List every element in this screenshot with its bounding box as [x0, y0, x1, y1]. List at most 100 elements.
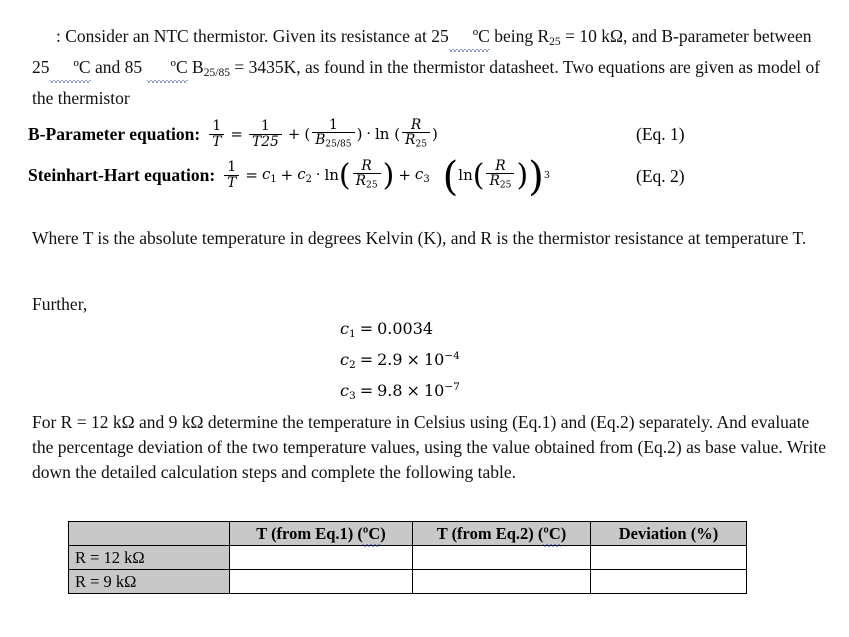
eq2-c1: c1: [262, 165, 277, 185]
eq1-term3-numerator: R: [410, 117, 422, 133]
eq2-lhs-denominator: T: [224, 174, 240, 190]
eq1-term1-denominator: T25: [249, 133, 282, 149]
c3-base: 10: [423, 380, 445, 400]
eq2-ratio1-numerator: R: [361, 158, 372, 174]
eq1-r-subscript: 25: [415, 140, 428, 151]
document-page: : Consider an NTC thermistor. Given its …: [0, 0, 849, 637]
eq2-number: (Eq. 2): [636, 166, 685, 186]
table-col-header-eq2: T (from Eq.2) (ºC): [412, 521, 591, 547]
eq1-term2-numerator: 1: [328, 117, 338, 133]
c2-exponent: −4: [444, 349, 460, 362]
eq1-close-paren-2: ): [432, 125, 438, 144]
eq2-ratio1-denominator: R25: [352, 173, 381, 192]
equation-row-2: Steinhart-Hart equation: 1 T = c1 + c2 ·…: [28, 156, 828, 197]
degc-token-3: ºC: [146, 55, 188, 84]
cell-r9-eq1[interactable]: [229, 569, 413, 594]
col-header-eq2-main: T (from Eq.2) (: [436, 523, 544, 543]
col-header-eq2-tail: ): [560, 523, 567, 543]
c3-exponent: −7: [444, 380, 460, 393]
eq2-lhs-numerator: 1: [227, 159, 237, 176]
cell-r12-deviation[interactable]: [590, 545, 747, 570]
eq1-b-symbol: B: [315, 132, 326, 149]
eq2-ratio2-numerator: R: [495, 158, 506, 174]
eq1-b-subscript: 25/85: [325, 140, 352, 151]
degc-token-2: ºC: [49, 55, 91, 84]
table-row: R = 9 kΩ: [68, 569, 747, 594]
results-table-body: R = 12 kΩ R = 9 kΩ: [68, 545, 747, 594]
eq1-lhs-fraction: 1 T: [209, 119, 225, 149]
eq2-c2-symbol: c: [297, 165, 306, 184]
eq1-number: (Eq. 1): [636, 124, 685, 144]
eq1-term1-numerator: 1: [260, 118, 270, 135]
col-header-eq1-degc: ºC: [362, 523, 381, 547]
c1-equals: =: [359, 319, 374, 338]
eq2-r2-symbol: R: [489, 173, 500, 190]
results-table: T (from Eq.1) (ºC) T (from Eq.2) (ºC) De…: [68, 521, 747, 594]
constants-block: c1 = 0.0034 c2 = 2.9 × 10−4 c3 = 9.8 × 10−7: [340, 318, 460, 406]
c2-times: ×: [406, 349, 420, 369]
eq2-c3: c3: [415, 165, 430, 185]
c2-base: 10: [423, 349, 445, 369]
eq1-term3-fraction: R R25: [402, 117, 431, 151]
eq2-equals: =: [245, 166, 258, 185]
degc-token-1: ºC: [448, 24, 490, 52]
table-col-header-deviation: Deviation (%): [590, 521, 747, 546]
table-corner-cell: [68, 521, 230, 546]
intro-text-d: and 85: [90, 57, 147, 78]
equation-row-1: B-Parameter equation: 1 T = 1 T25 + ( 1 …: [28, 118, 828, 151]
intro-text-e: B: [187, 57, 204, 78]
c2-equals: =: [359, 349, 374, 369]
intro-paragraph: : Consider an NTC thermistor. Given its …: [32, 24, 822, 111]
c2-subscript: 2: [348, 358, 356, 371]
col-header-eq1-tail: ): [380, 523, 386, 543]
eq1-multiplication-dot: ·: [366, 126, 371, 143]
c1-subscript: 1: [348, 327, 356, 340]
eq1-open-paren-2: (: [389, 125, 401, 144]
eq2-ratio2-denominator: R25: [486, 173, 515, 192]
cell-r12-eq2[interactable]: [412, 545, 591, 570]
eq2-body: 1 T = c1 + c2 · ln ( R R25 ) + c3 ( ln (…: [222, 156, 550, 196]
eq1-r-symbol: R: [405, 132, 416, 149]
eq1-term2-denominator: B25/85: [312, 132, 355, 151]
row-header-r12: R = 12 kΩ: [68, 545, 230, 570]
c3-symbol: c: [340, 380, 349, 400]
where-paragraph: Where T is the absolute temperature in d…: [32, 228, 807, 248]
intro-text-b: being R: [489, 26, 550, 46]
eq1-lhs-denominator: T: [209, 133, 225, 149]
c1-value: 0.0034: [377, 319, 434, 338]
constant-c1-line: c1 = 0.0034: [340, 318, 460, 345]
eq2-r2-subscript: 25: [499, 181, 512, 192]
eq2-r1-symbol: R: [355, 173, 367, 190]
c3-equals: =: [359, 380, 374, 400]
eq2-r1-subscript: 25: [366, 181, 378, 192]
results-table-head: T (from Eq.1) (ºC) T (from Eq.2) (ºC) De…: [68, 521, 747, 547]
constant-c3-line: c3 = 9.8 × 10−7: [340, 376, 460, 407]
eq2-c2: c2: [297, 165, 312, 185]
col-header-eq2-degc: ºC: [543, 523, 562, 547]
table-row: R = 12 kΩ: [68, 545, 747, 570]
eq1-term3-denominator: R25: [402, 132, 431, 151]
eq1-body: 1 T = 1 T25 + ( 1 B25/85 ) · ln ( R R25 …: [207, 118, 438, 151]
c3-subscript: 3: [348, 389, 356, 402]
bullet-marker: :: [56, 26, 61, 46]
eq2-ratio-fraction-1: R R25: [352, 158, 381, 192]
c2-mantissa: 2.9: [377, 349, 403, 369]
eq2-plus-1: +: [280, 166, 294, 185]
intro-text-a: Consider an NTC thermistor. Given its re…: [65, 26, 449, 46]
eq1-plus: +: [287, 125, 301, 144]
eq2-plus-2: +: [398, 166, 411, 185]
cell-r9-eq2[interactable]: [412, 569, 591, 594]
cell-r9-deviation[interactable]: [590, 569, 747, 594]
c3-times: ×: [406, 380, 420, 400]
cell-r12-eq1[interactable]: [229, 545, 413, 570]
eq1-equals: =: [230, 125, 243, 144]
c2-symbol: c: [340, 349, 349, 369]
eq2-ln-operator-1: ln: [324, 166, 339, 185]
eq1-term2-fraction: 1 B25/85: [312, 117, 355, 151]
table-header-row: T (from Eq.1) (ºC) T (from Eq.2) (ºC) De…: [68, 521, 747, 547]
row-header-r9: R = 9 kΩ: [68, 569, 230, 594]
c1-symbol: c: [340, 319, 349, 338]
eq2-c3-subscript: 3: [423, 174, 430, 186]
eq1-ln-operator: ln: [374, 125, 390, 144]
table-col-header-eq1: T (from Eq.1) (ºC): [229, 521, 413, 547]
